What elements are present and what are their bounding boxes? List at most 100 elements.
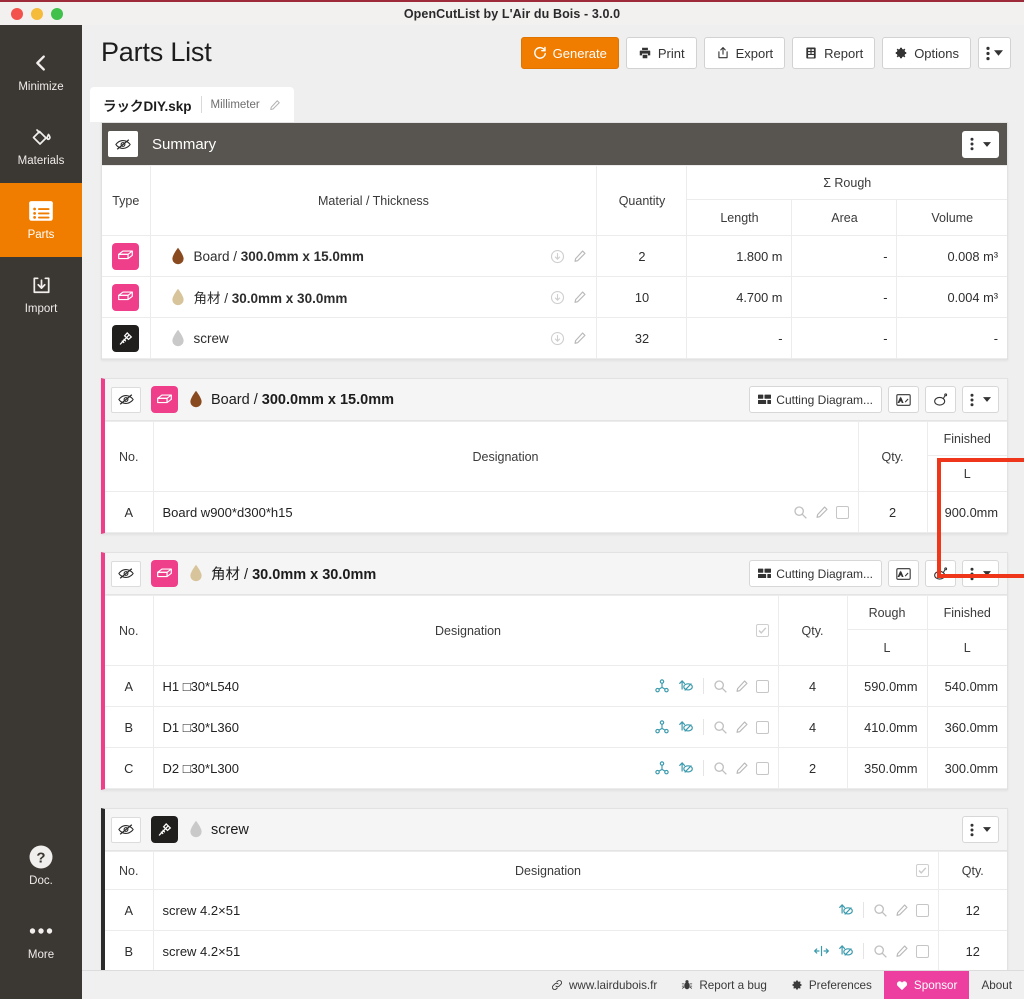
cutting-diagram-button[interactable]: Cutting Diagram... [749,386,882,413]
sidebar-item-parts[interactable]: Parts [0,183,82,257]
row-checkbox[interactable] [915,903,929,917]
col-finished-l: L [926,455,1007,492]
pencil-icon[interactable] [895,944,909,958]
row-checkbox[interactable] [755,761,769,775]
table-row[interactable]: A H1 □30*L540 4 590.0mm 540.0mm [105,665,1007,707]
select-all-checkbox[interactable] [915,864,929,877]
flip-icon[interactable] [677,719,694,735]
zoom-icon[interactable] [873,944,888,959]
footer-label: Sponsor [913,978,958,992]
tags-button[interactable] [925,560,956,587]
axes-icon[interactable] [654,678,670,694]
group-title: 角材 / 30.0mm x 30.0mm [211,567,377,583]
report-button[interactable]: Report [792,37,876,69]
toggle-visibility-icon[interactable] [111,560,141,587]
zoom-icon[interactable] [713,720,728,735]
material-color-drop-icon [189,820,204,839]
zoom-icon[interactable] [793,505,808,520]
export-icon [716,46,730,60]
sidebar-item-materials[interactable]: Materials [0,109,82,183]
zoom-icon[interactable] [713,761,728,776]
parts-list-scroll-area[interactable]: Summary Type Material / Thickness Quanti… [82,122,1024,971]
download-icon[interactable] [550,290,565,305]
row-qty: 4 [777,665,848,707]
group-more-button[interactable] [962,560,999,587]
options-label: Options [914,45,959,61]
toolbar-more-button[interactable] [978,37,1011,69]
summary-card-header: Summary [102,123,1007,165]
footer-link-website[interactable]: www.lairdubois.fr [539,971,669,999]
table-row[interactable]: Board / 300.0mm x 15.0mm 2 1.800 m - 0.0… [102,235,1007,277]
flip-icon[interactable] [837,943,854,959]
footer-sponsor[interactable]: Sponsor [883,971,970,999]
sidebar-item-doc[interactable]: ? Doc. [0,829,82,903]
row-checkbox[interactable] [915,944,929,958]
pencil-icon[interactable] [735,720,749,734]
table-row[interactable]: 角材 / 30.0mm x 30.0mm 10 4.700 m - 0.004 … [102,276,1007,318]
tab-active-file[interactable]: ラックDIY.skp Millimeter [90,87,294,122]
pencil-icon[interactable] [895,903,909,917]
flip-icon[interactable] [837,902,854,918]
summary-material-cell: screw [149,317,598,359]
download-icon[interactable] [550,249,565,264]
generate-label: Generate [552,45,607,61]
footer-label: Preferences [808,978,872,992]
labels-button[interactable]: A [888,560,919,587]
material-color-drop-icon [189,564,204,583]
material-color-drop-icon [171,329,186,348]
zoom-icon[interactable] [873,903,888,918]
axes-icon[interactable] [654,719,670,735]
table-row[interactable]: B screw 4.2×51 12 [105,930,1007,971]
table-row[interactable]: screw 32 - - - [102,317,1007,359]
labels-icon: A [896,393,911,407]
pencil-icon[interactable] [815,505,829,519]
pencil-icon[interactable] [573,249,587,263]
footer-report-bug[interactable]: Report a bug [669,971,779,999]
pencil-icon[interactable] [269,99,281,111]
print-button[interactable]: Print [625,37,697,69]
download-icon[interactable] [550,331,565,346]
kebab-icon [986,46,990,61]
zoom-icon[interactable] [713,679,728,694]
mirror-icon[interactable] [813,944,830,958]
select-all-checkbox[interactable] [755,624,769,637]
toggle-visibility-icon[interactable] [111,386,141,413]
footer-about[interactable]: About [969,971,1024,999]
summary-more-button[interactable] [962,130,999,158]
toggle-visibility-icon[interactable] [108,131,138,157]
board-parts-table: No. Designation Qty. Finished L A Board … [105,421,1007,533]
pencil-icon[interactable] [735,679,749,693]
sidebar-item-import[interactable]: Import [0,257,82,331]
sidebar-item-more[interactable]: More [0,903,82,977]
footer-preferences[interactable]: Preferences [779,971,884,999]
cutting-diagram-button[interactable]: Cutting Diagram... [749,560,882,587]
svg-text:?: ? [36,850,45,867]
generate-button[interactable]: Generate [520,37,619,69]
group-more-button[interactable] [962,386,999,413]
sidebar-item-minimize[interactable]: Minimize [0,35,82,109]
labels-button[interactable]: A [888,386,919,413]
tags-button[interactable] [925,386,956,413]
row-designation-cell: D1 □30*L360 [152,706,779,748]
flip-icon[interactable] [677,678,694,694]
axes-icon[interactable] [654,760,670,776]
table-row[interactable]: C D2 □30*L300 2 350.0mm 300.0mm [105,747,1007,789]
options-button[interactable]: Options [882,37,971,69]
group-more-button[interactable] [962,816,999,843]
pencil-icon[interactable] [573,290,587,304]
row-checkbox[interactable] [755,720,769,734]
row-checkbox[interactable] [755,679,769,693]
toggle-visibility-icon[interactable] [111,816,141,843]
export-button[interactable]: Export [703,37,786,69]
sidebar: Minimize Materials Parts Import ? Doc. M… [0,25,82,999]
table-row[interactable]: A screw 4.2×51 12 [105,889,1007,931]
window-title: OpenCutList by L'Air du Bois - 3.0.0 [403,6,621,21]
svg-text:A: A [898,571,903,578]
table-row[interactable]: A Board w900*d300*h15 2 900.0mm [105,491,1007,533]
row-checkbox[interactable] [835,505,849,519]
flip-icon[interactable] [677,760,694,776]
pencil-icon[interactable] [573,331,587,345]
table-row[interactable]: B D1 □30*L360 4 410.0mm 360.0mm [105,706,1007,748]
tab-unit-label: Millimeter [210,98,260,111]
pencil-icon[interactable] [735,761,749,775]
